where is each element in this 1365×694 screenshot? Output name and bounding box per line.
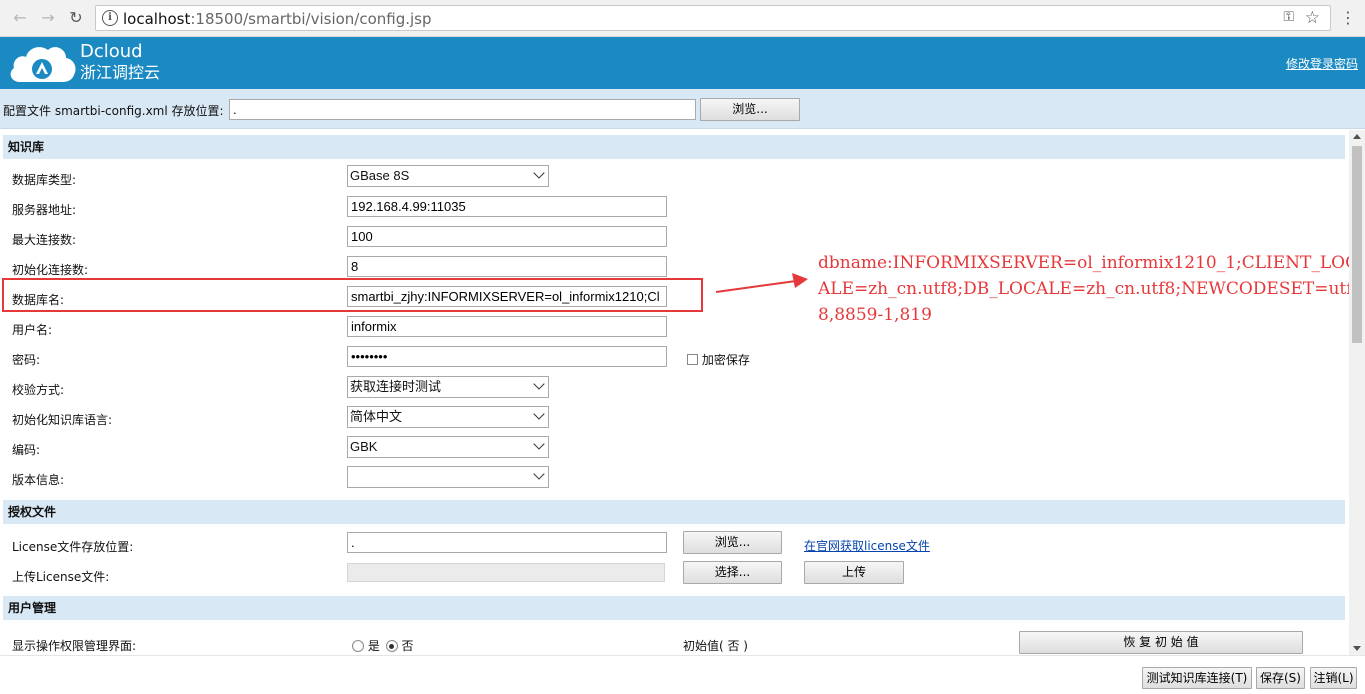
chevron-down-icon (533, 468, 545, 480)
init-language-label: 初始化知识库语言: (12, 413, 113, 427)
browser-toolbar: ← → ↻ i localhost:18500/smartbi/vision/c… (0, 0, 1365, 37)
cloud-logo-icon (10, 47, 76, 82)
license-section-title: 授权文件 (3, 500, 1345, 524)
server-address-label: 服务器地址: (12, 203, 77, 217)
annotation-arrow-icon (715, 273, 808, 293)
forward-icon[interactable]: → (38, 8, 58, 28)
user-management-section-title: 用户管理 (3, 596, 1345, 620)
bookmark-star-icon[interactable]: ☆ (1305, 8, 1320, 28)
key-icon[interactable]: ⚿ (1283, 9, 1294, 25)
version-info-select[interactable] (347, 466, 549, 488)
server-address-input[interactable] (347, 196, 667, 217)
brand-title: Dcloud (80, 41, 143, 62)
encrypt-save-option[interactable]: 加密保存 (687, 351, 750, 368)
db-type-label: 数据库类型: (12, 173, 77, 187)
show-permission-label: 显示操作权限管理界面: (12, 639, 137, 653)
db-type-select[interactable]: GBase 8S (347, 165, 549, 187)
address-url[interactable]: localhost:18500/smartbi/vision/config.js… (123, 10, 432, 28)
change-password-link[interactable]: 修改登录密码 (1286, 55, 1358, 72)
app-header: Dcloud 浙江调控云 修改登录密码 (0, 37, 1365, 89)
license-location-label: License文件存放位置: (12, 540, 134, 554)
logout-button[interactable]: 注销(L) (1310, 667, 1357, 689)
scroll-thumb[interactable] (1352, 146, 1362, 343)
url-path: :18500/smartbi/vision/config.jsp (190, 10, 432, 28)
max-connections-label: 最大连接数: (12, 233, 77, 247)
upload-file-field (347, 563, 665, 582)
config-content: 知识库 数据库类型: GBase 8S 服务器地址: 最大连接数: 初始化连接数… (0, 130, 1349, 655)
config-path-label: 配置文件 smartbi-config.xml 存放位置: (3, 104, 224, 118)
address-bar[interactable]: i localhost:18500/smartbi/vision/config.… (95, 5, 1331, 31)
encrypt-label: 加密保存 (701, 353, 750, 367)
restore-default-button[interactable]: 恢 复 初 始 值 (1019, 631, 1303, 654)
encoding-label: 编码: (12, 443, 41, 457)
upload-license-label: 上传License文件: (12, 570, 110, 584)
init-connections-input[interactable] (347, 256, 667, 277)
init-connections-label: 初始化连接数: (12, 263, 89, 277)
knowledge-base-section-title: 知识库 (3, 135, 1345, 159)
scroll-down-icon[interactable] (1353, 646, 1361, 651)
get-license-link[interactable]: 在官网获取license文件 (804, 537, 930, 554)
save-button[interactable]: 保存(S) (1256, 667, 1305, 689)
version-info-label: 版本信息: (12, 473, 65, 487)
license-browse-button[interactable]: 浏览... (683, 531, 782, 554)
reload-icon[interactable]: ↻ (66, 8, 86, 28)
db-type-value: GBase 8S (350, 168, 410, 183)
chevron-down-icon (533, 438, 545, 450)
brand-subtitle: 浙江调控云 (80, 63, 161, 82)
validation-value: 获取连接时测试 (350, 379, 442, 394)
encoding-select[interactable]: GBK (347, 436, 549, 458)
db-name-input[interactable] (347, 286, 667, 307)
encoding-value: GBK (350, 439, 378, 454)
init-language-select[interactable]: 简体中文 (347, 406, 549, 428)
upload-button[interactable]: 上传 (804, 561, 904, 584)
password-label: 密码: (12, 353, 41, 367)
config-browse-button[interactable]: 浏览... (700, 98, 800, 121)
scroll-up-icon[interactable] (1353, 134, 1361, 139)
show-permission-radios: 是 否 (352, 637, 414, 654)
username-label: 用户名: (12, 323, 53, 337)
password-input[interactable] (347, 346, 667, 367)
validation-label: 校验方式: (12, 383, 65, 397)
config-path-input[interactable] (229, 99, 696, 120)
annotation-text: dbname:INFORMIXSERVER=ol_informix1210_1;… (818, 253, 1359, 325)
encrypt-checkbox[interactable] (687, 354, 698, 365)
db-name-label: 数据库名: (12, 293, 65, 307)
back-icon[interactable]: ← (10, 8, 30, 28)
radio-yes[interactable] (352, 640, 364, 652)
test-connection-button[interactable]: 测试知识库连接(T) (1142, 667, 1252, 689)
page-scrollbar[interactable] (1349, 130, 1365, 655)
license-location-input[interactable] (347, 532, 667, 553)
radio-yes-label: 是 (367, 639, 380, 653)
url-host: localhost (123, 10, 191, 28)
username-input[interactable] (347, 316, 667, 337)
chevron-down-icon (533, 167, 545, 179)
initial-value-text: 初始值( 否 ) (683, 639, 748, 653)
init-language-value: 简体中文 (350, 409, 403, 424)
site-info-icon[interactable]: i (102, 10, 118, 26)
chevron-down-icon (533, 378, 545, 390)
radio-no-label: 否 (401, 639, 414, 653)
max-connections-input[interactable] (347, 226, 667, 247)
config-path-row: 配置文件 smartbi-config.xml 存放位置: 浏览... (0, 89, 1365, 129)
footer-bar: 测试知识库连接(T) 保存(S) 注销(L) (0, 655, 1365, 694)
browser-menu-icon[interactable]: ⋮ (1338, 8, 1358, 28)
radio-no[interactable] (385, 640, 398, 652)
chevron-down-icon (533, 408, 545, 420)
validation-select[interactable]: 获取连接时测试 (347, 376, 549, 398)
choose-file-button[interactable]: 选择... (683, 561, 782, 584)
